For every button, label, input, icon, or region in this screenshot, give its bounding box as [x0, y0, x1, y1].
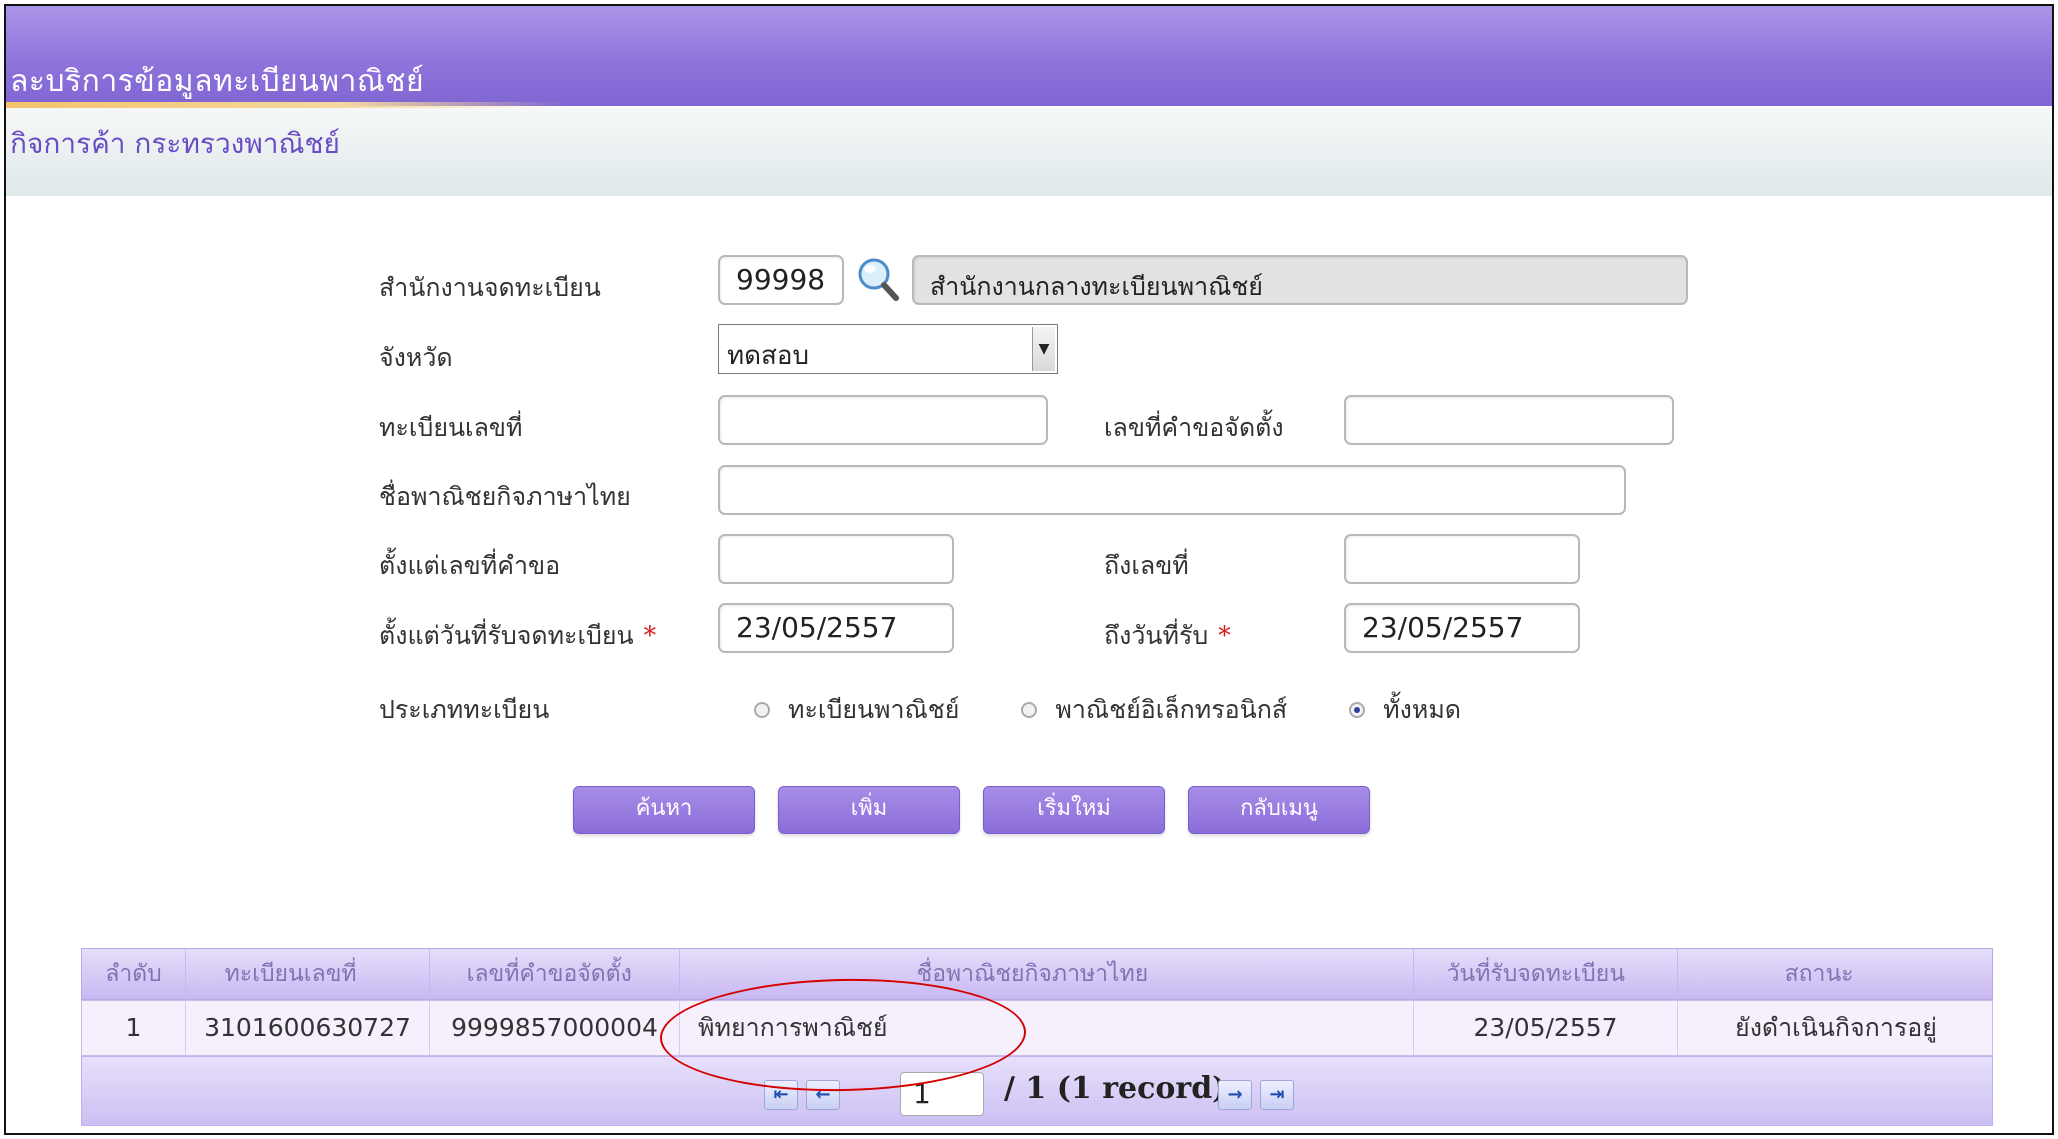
province-select[interactable]: ทดสอบ ▼ [718, 324, 1058, 374]
search-button[interactable]: ค้นหา [573, 786, 755, 834]
reg-type-label: ประเภททะเบียน [379, 695, 550, 724]
radio-label: ทั้งหมด [1383, 695, 1462, 724]
column-header-label: เลขที่คำขอจัดตั้ง [466, 961, 632, 987]
page-summary: / 1 (1 record) [1004, 1071, 1227, 1106]
required-mark: * [1218, 621, 1231, 650]
radio-button[interactable] [754, 702, 770, 718]
pagination-bar: ⇤ ← 1 / 1 (1 record) → ⇥ [81, 1056, 1993, 1126]
radio-label: พาณิชย์อิเล็กทรอนิกส์ [1055, 695, 1288, 724]
cell-reg-no[interactable]: 3101600630727 [186, 1001, 430, 1055]
office-name-field: สำนักงานกลางทะเบียนพาณิชย์ [912, 255, 1688, 305]
to-no-input[interactable] [1344, 534, 1580, 584]
reg-no-input[interactable] [718, 395, 1048, 445]
reg-no-label: ทะเบียนเลขที่ [379, 413, 523, 442]
sort-icon: ⇕ [202, 967, 215, 985]
radio-e-commerce[interactable]: พาณิชย์อิเล็กทรอนิกส์ [1021, 690, 1287, 730]
to-date-label-text: ถึงวันที่รับ [1104, 621, 1209, 650]
sort-icon: ⇕ [444, 967, 457, 985]
column-header-reg-no[interactable]: ⇕ ทะเบียนเลขที่ [186, 949, 430, 999]
cell-request-no: 9999857000004 [430, 1001, 680, 1055]
column-header-label: ชื่อพาณิชยกิจภาษาไทย [916, 961, 1149, 987]
column-header-label: สถานะ [1784, 961, 1854, 987]
add-button[interactable]: เพิ่ม [778, 786, 960, 834]
header-banner: ละบริการข้อมูลทะเบียนพาณิชย์ [6, 6, 2052, 110]
app-window: ละบริการข้อมูลทะเบียนพาณิชย์ กิจการค้า ก… [4, 4, 2054, 1135]
header-subbar: กิจการค้า กระทรวงพาณิชย์ [6, 108, 2052, 196]
request-no-input[interactable] [1344, 395, 1674, 445]
sort-icon: ⇕ [694, 967, 707, 985]
sort-icon: ⇕ [1424, 967, 1437, 985]
office-code-input[interactable]: 99998 [718, 255, 844, 305]
radio-label: ทะเบียนพาณิชย์ [788, 695, 960, 724]
page-subtitle: กิจการค้า กระทรวงพาณิชย์ [10, 127, 340, 160]
column-header-status[interactable]: ⇕ สถานะ [1678, 949, 1994, 999]
chevron-down-icon[interactable]: ▼ [1032, 327, 1055, 371]
next-page-icon[interactable]: → [1218, 1080, 1252, 1110]
from-date-input[interactable]: 23/05/2557 [718, 603, 954, 653]
reset-button[interactable]: เริ่มใหม่ [983, 786, 1165, 834]
column-header-label: วันที่รับจดทะเบียน [1446, 961, 1625, 987]
radio-all[interactable]: ทั้งหมด [1349, 690, 1461, 730]
request-no-label: เลขที่คำขอจัดตั้ง [1104, 413, 1284, 442]
radio-commercial-registration[interactable]: ทะเบียนพาณิชย์ [754, 690, 959, 730]
from-request-label: ตั้งแต่เลขที่คำขอ [379, 551, 561, 580]
from-date-label-text: ตั้งแต่วันที่รับจดทะเบียน [379, 621, 634, 650]
search-icon[interactable] [856, 256, 900, 302]
table-row[interactable]: 1 3101600630727 9999857000004 พิทยาการพา… [81, 1000, 1993, 1056]
province-label: จังหวัด [379, 343, 453, 372]
radio-button[interactable] [1021, 702, 1038, 718]
reg-type-radio-group: ทะเบียนพาณิชย์ พาณิชย์อิเล็กทรอนิกส์ ทั้… [754, 690, 1523, 730]
thai-name-input[interactable] [718, 465, 1626, 515]
sort-icon: ⇕ [1692, 967, 1705, 985]
to-no-label: ถึงเลขที่ [1104, 551, 1189, 580]
required-mark: * [643, 621, 657, 650]
office-label: สำนักงานจดทะเบียน [379, 273, 601, 302]
column-header-order[interactable]: ลำดับ [82, 949, 186, 999]
column-header-label: ลำดับ [105, 961, 162, 987]
from-date-label: ตั้งแต่วันที่รับจดทะเบียน * [379, 616, 656, 656]
column-header-reg-date[interactable]: ⇕ วันที่รับจดทะเบียน [1414, 949, 1678, 999]
province-selected-value: ทดสอบ [727, 341, 810, 371]
radio-button-selected[interactable] [1349, 702, 1366, 718]
column-header-label: ทะเบียนเลขที่ [224, 961, 357, 987]
to-date-label: ถึงวันที่รับ * [1104, 616, 1231, 656]
thai-name-label: ชื่อพาณิชยกิจภาษาไทย [379, 482, 631, 511]
back-to-menu-button[interactable]: กลับเมนู [1188, 786, 1370, 834]
cell-status: ยังดำเนินกิจการอยู่ [1735, 1013, 1937, 1042]
from-request-input[interactable] [718, 534, 954, 584]
results-table-header: ลำดับ ⇕ ทะเบียนเลขที่ ⇕ เลขที่คำขอจัดตั้ง … [81, 948, 1993, 1000]
page-title: ละบริการข้อมูลทะเบียนพาณิชย์ [10, 64, 425, 99]
cell-reg-date: 23/05/2557 [1414, 1001, 1678, 1055]
column-header-request-no[interactable]: ⇕ เลขที่คำขอจัดตั้ง [430, 949, 680, 999]
last-page-icon[interactable]: ⇥ [1260, 1080, 1294, 1110]
to-date-input[interactable]: 23/05/2557 [1344, 603, 1580, 653]
cell-order: 1 [82, 1001, 186, 1055]
